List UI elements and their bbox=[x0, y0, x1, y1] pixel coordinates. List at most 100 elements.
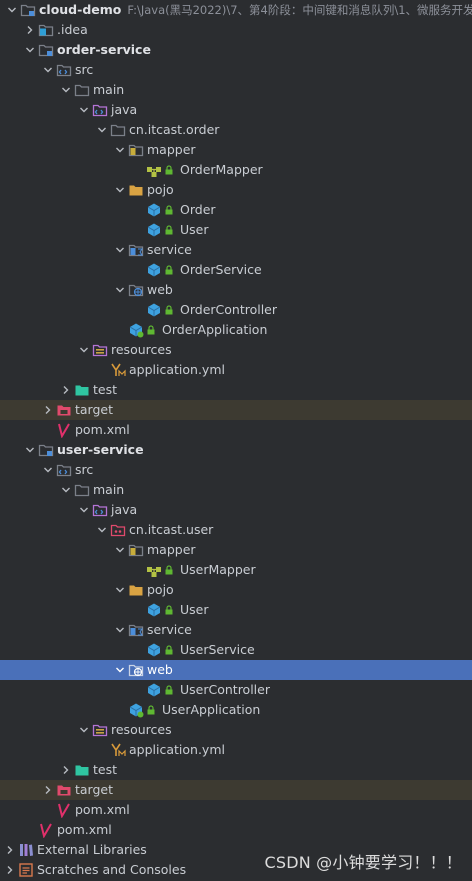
chevron-down-icon[interactable] bbox=[112, 580, 128, 600]
tree-label: target bbox=[75, 782, 114, 797]
tree-row-order-mapper-class[interactable]: OrderMapper bbox=[0, 160, 472, 180]
tree-row-order-test[interactable]: test bbox=[0, 380, 472, 400]
chevron-down-icon[interactable] bbox=[94, 120, 110, 140]
chevron-down-icon[interactable] bbox=[40, 460, 56, 480]
tree-row-order-pom[interactable]: pom.xml bbox=[0, 420, 472, 440]
lock-icon bbox=[146, 325, 156, 335]
tree-row-user-controller-class[interactable]: UserController bbox=[0, 680, 472, 700]
tree-row-order-src[interactable]: src bbox=[0, 60, 472, 80]
tree-row-order-java[interactable]: java bbox=[0, 100, 472, 120]
lock-icon bbox=[164, 605, 174, 615]
tree-row-root-pom[interactable]: pom.xml bbox=[0, 820, 472, 840]
tree-row-user-pojo[interactable]: pojo bbox=[0, 580, 472, 600]
tree-row-user-main[interactable]: main bbox=[0, 480, 472, 500]
tree-label: UserService bbox=[180, 642, 255, 657]
tree-row-user-mapper-class[interactable]: UserMapper bbox=[0, 560, 472, 580]
tree-label: OrderApplication bbox=[162, 322, 268, 337]
chevron-down-icon[interactable] bbox=[58, 80, 74, 100]
tree-row-order-controller-class[interactable]: OrderController bbox=[0, 300, 472, 320]
maven-file-icon bbox=[38, 822, 54, 838]
chevron-right-icon[interactable] bbox=[58, 760, 74, 780]
tree-label: pojo bbox=[147, 182, 174, 197]
chevron-down-icon[interactable] bbox=[76, 500, 92, 520]
tree-label: test bbox=[93, 382, 118, 397]
chevron-down-icon[interactable] bbox=[76, 720, 92, 740]
tree-row-user-target[interactable]: target bbox=[0, 780, 472, 800]
tree-row-order-target[interactable]: target bbox=[0, 400, 472, 420]
package-icon bbox=[128, 182, 144, 198]
tree-row-user-application[interactable]: UserApplication bbox=[0, 700, 472, 720]
chevron-down-icon[interactable] bbox=[76, 340, 92, 360]
chevron-right-icon[interactable] bbox=[2, 840, 18, 860]
chevron-right-icon[interactable] bbox=[58, 380, 74, 400]
tree-row-order-service-pkg[interactable]: service bbox=[0, 240, 472, 260]
chevron-down-icon[interactable] bbox=[4, 0, 20, 20]
chevron-down-icon[interactable] bbox=[22, 440, 38, 460]
tree-row-cloud-demo[interactable]: cloud-demo F:\Java(黑马2022)\7、第4阶段：中间键和消息… bbox=[0, 0, 472, 20]
tree-label: pom.xml bbox=[75, 422, 130, 437]
chevron-down-icon[interactable] bbox=[76, 100, 92, 120]
tree-row-order-main[interactable]: main bbox=[0, 80, 472, 100]
class-icon bbox=[146, 602, 162, 618]
tree-label: src bbox=[75, 62, 94, 77]
module-folder-icon bbox=[38, 442, 54, 458]
chevron-right-icon[interactable] bbox=[22, 20, 38, 40]
excluded-folder-icon bbox=[56, 782, 72, 798]
tree-row-order-class-order[interactable]: Order bbox=[0, 200, 472, 220]
tree-label: User bbox=[180, 222, 209, 237]
chevron-down-icon[interactable] bbox=[112, 660, 128, 680]
chevron-down-icon[interactable] bbox=[112, 240, 128, 260]
tree-row-order-pojo[interactable]: pojo bbox=[0, 180, 472, 200]
watermark-text: CSDN @小钟要学习！！！ bbox=[264, 853, 462, 872]
tree-row-user-src[interactable]: src bbox=[0, 460, 472, 480]
chevron-down-icon[interactable] bbox=[112, 620, 128, 640]
chevron-right-icon[interactable] bbox=[40, 400, 56, 420]
tree-row-user-yml[interactable]: application.yml bbox=[0, 740, 472, 760]
tree-label: java bbox=[111, 102, 138, 117]
tree-label: OrderController bbox=[180, 302, 278, 317]
tree-row-idea[interactable]: .idea bbox=[0, 20, 472, 40]
chevron-down-icon[interactable] bbox=[94, 520, 110, 540]
chevron-down-icon[interactable] bbox=[22, 40, 38, 60]
tree-row-order-application[interactable]: OrderApplication bbox=[0, 320, 472, 340]
tree-row-order-resources[interactable]: resources bbox=[0, 340, 472, 360]
tree-row-order-class-user[interactable]: User bbox=[0, 220, 472, 240]
tree-row-user-test[interactable]: test bbox=[0, 760, 472, 780]
tree-row-user-service-pkg[interactable]: service bbox=[0, 620, 472, 640]
tree-row-order-mapper[interactable]: mapper bbox=[0, 140, 472, 160]
lock-icon bbox=[146, 705, 156, 715]
tree-row-user-mapper[interactable]: mapper bbox=[0, 540, 472, 560]
tree-row-user-package[interactable]: cn.itcast.user bbox=[0, 520, 472, 540]
chevron-down-icon[interactable] bbox=[58, 480, 74, 500]
chevron-right-icon[interactable] bbox=[2, 860, 18, 880]
tree-label: UserMapper bbox=[180, 562, 256, 577]
tree-row-order-package[interactable]: cn.itcast.order bbox=[0, 120, 472, 140]
chevron-down-icon[interactable] bbox=[112, 140, 128, 160]
lock-icon bbox=[164, 165, 174, 175]
tree-row-order-service[interactable]: order-service bbox=[0, 40, 472, 60]
tree-row-user-class-user[interactable]: User bbox=[0, 600, 472, 620]
lock-icon bbox=[164, 225, 174, 235]
tree-label: OrderService bbox=[180, 262, 262, 277]
folder-icon bbox=[74, 82, 90, 98]
tree-row-user-resources[interactable]: resources bbox=[0, 720, 472, 740]
package-folder-icon bbox=[110, 522, 126, 538]
chevron-down-icon[interactable] bbox=[112, 280, 128, 300]
tree-row-order-yml[interactable]: application.yml bbox=[0, 360, 472, 380]
chevron-right-icon[interactable] bbox=[40, 780, 56, 800]
class-icon bbox=[146, 262, 162, 278]
chevron-down-icon[interactable] bbox=[112, 180, 128, 200]
chevron-down-icon[interactable] bbox=[112, 540, 128, 560]
yaml-file-icon bbox=[110, 742, 126, 758]
lock-icon bbox=[164, 305, 174, 315]
tree-label: mapper bbox=[147, 542, 196, 557]
chevron-down-icon[interactable] bbox=[40, 60, 56, 80]
tree-row-order-service-class[interactable]: OrderService bbox=[0, 260, 472, 280]
tree-row-user-pom[interactable]: pom.xml bbox=[0, 800, 472, 820]
tree-row-order-web[interactable]: web bbox=[0, 280, 472, 300]
tree-row-user-service-class[interactable]: UserService bbox=[0, 640, 472, 660]
tree-row-user-java[interactable]: java bbox=[0, 500, 472, 520]
tree-row-user-web[interactable]: web bbox=[0, 660, 472, 680]
tree-row-user-service[interactable]: user-service bbox=[0, 440, 472, 460]
tree-label: User bbox=[180, 602, 209, 617]
